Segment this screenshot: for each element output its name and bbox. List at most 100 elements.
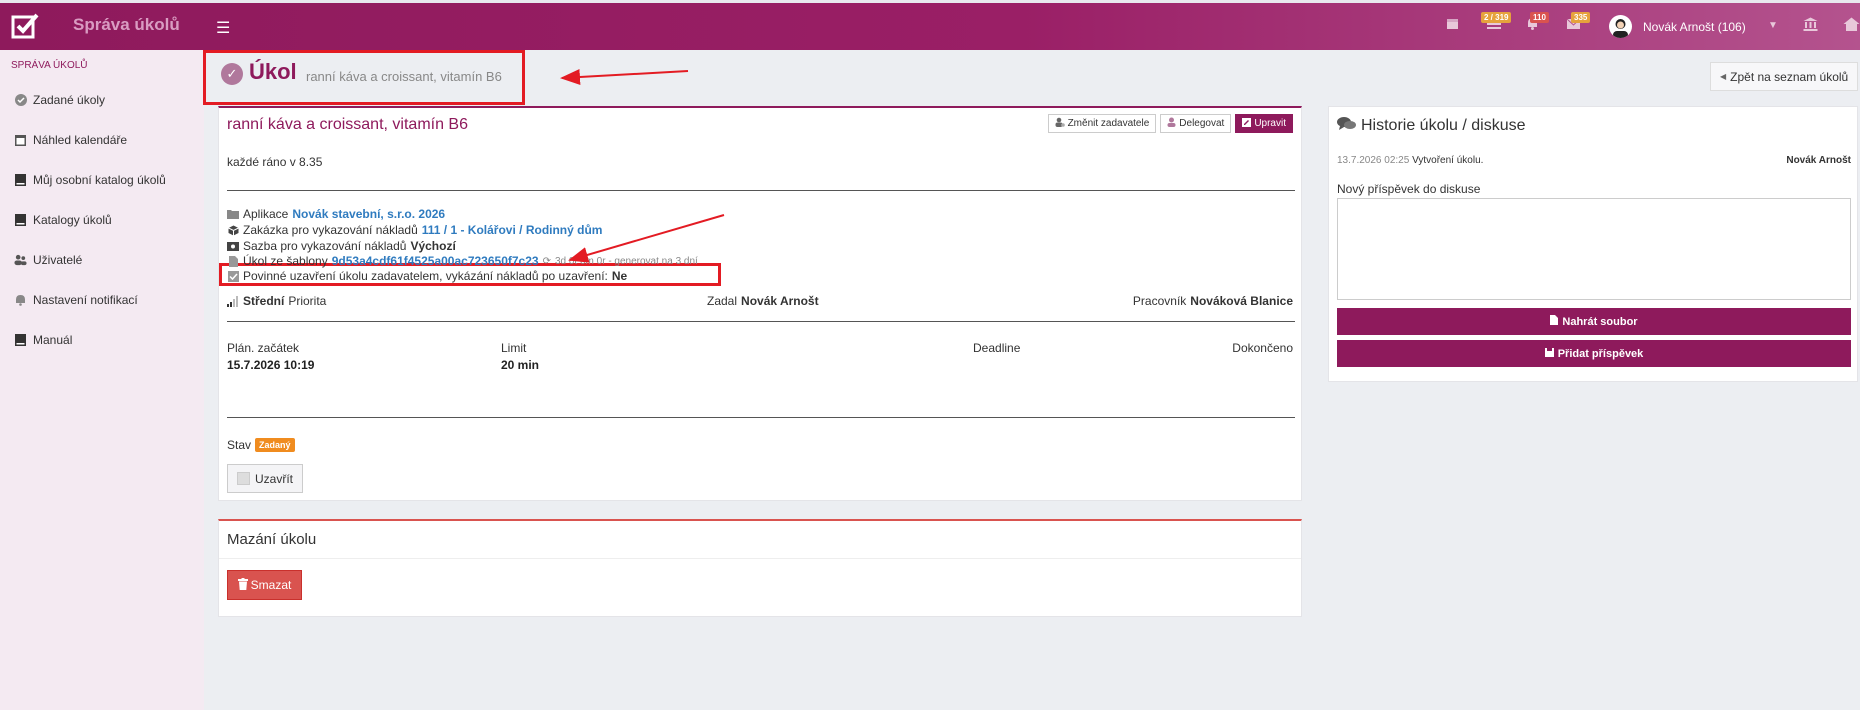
book-icon xyxy=(14,174,27,187)
task-title: ranní káva a croissant, vitamín B6 xyxy=(227,116,468,133)
template-link[interactable]: 9d53a4cdf61f4525a00ac723650f7c23 xyxy=(332,254,539,268)
file-icon xyxy=(227,255,239,267)
priority-field: Střední Priorita xyxy=(227,294,326,308)
back-button-label: Zpět na seznam úkolů xyxy=(1730,69,1849,84)
user-gear-icon xyxy=(1055,117,1065,130)
folder-icon xyxy=(227,208,239,220)
upload-file-button[interactable]: Nahrát soubor xyxy=(1337,308,1851,335)
delete-button[interactable]: Smazat xyxy=(227,570,302,600)
repeat-icon: ⟳ xyxy=(542,255,551,267)
new-post-label: Nový příspěvek do diskuse xyxy=(1337,182,1481,196)
checkbox-icon xyxy=(236,472,250,485)
divider xyxy=(227,190,1295,191)
bank-icon[interactable] xyxy=(1803,17,1818,35)
sidebar-item-calendar[interactable]: Náhled kalendáře xyxy=(14,133,127,147)
chevron-down-icon[interactable]: ▼ xyxy=(1768,20,1778,31)
menu-toggle-icon[interactable]: ☰ xyxy=(216,18,230,38)
application-label: Aplikace xyxy=(243,207,289,221)
limit-label: Limit xyxy=(501,341,527,355)
done-label: Dokončeno xyxy=(1232,341,1293,355)
user-icon xyxy=(1167,117,1176,130)
rate-value: Výchozí xyxy=(410,239,456,253)
limit-value: 20 min xyxy=(501,358,540,372)
mandatory-close-value: Ne xyxy=(611,269,628,283)
file-icon xyxy=(1550,315,1559,328)
sidebar-item-task-catalogs[interactable]: Katalogy úkolů xyxy=(14,213,112,227)
book-icon xyxy=(14,334,27,347)
calendar-icon xyxy=(14,134,27,147)
delegate-button[interactable]: Delegovat xyxy=(1160,114,1232,133)
sidebar-item-label: Katalogy úkolů xyxy=(33,213,112,227)
bell-icon xyxy=(14,294,27,307)
button-label: Nahrát soubor xyxy=(1562,315,1638,328)
cube-icon xyxy=(227,224,239,236)
deadline-label: Deadline xyxy=(973,341,1021,355)
sidebar-item-label: Můj osobní katalog úkolů xyxy=(33,173,166,187)
sidebar-item-personal-catalog[interactable]: Můj osobní katalog úkolů xyxy=(14,173,166,187)
plan-start-value: 15.7.2026 10:19 xyxy=(227,358,315,372)
user-avatar[interactable] xyxy=(1609,15,1632,38)
check-circle-icon: ✓ xyxy=(221,63,243,85)
divider xyxy=(227,321,1295,322)
notifications-badge: 110 xyxy=(1530,12,1549,23)
cost-order-label: Zakázka pro vykazování nákladů xyxy=(243,223,418,237)
sidebar-item-label: Nastavení notifikací xyxy=(33,293,138,307)
user-name[interactable]: Novák Arnošt (106) xyxy=(1643,20,1746,34)
page-title: Úkol xyxy=(249,59,297,84)
edit-button[interactable]: Upravit xyxy=(1235,114,1293,133)
assigner-field: Zadal Novák Arnošt xyxy=(707,294,819,308)
mandatory-close-label: Povinné uzavření úkolu zadavatelem, vyká… xyxy=(243,269,608,283)
history-title-row: Historie úkolu / diskuse xyxy=(1337,116,1526,136)
status-label: Stav xyxy=(227,438,252,452)
mandatory-close-row: Povinné uzavření úkolu zadavatelem, vyká… xyxy=(227,269,627,283)
assigner-label: Zadal xyxy=(707,294,738,308)
priority-label: Priorita xyxy=(288,294,327,308)
home-icon[interactable] xyxy=(1843,17,1860,35)
worker-value: Nováková Blanice xyxy=(1190,294,1293,308)
button-label: Delegovat xyxy=(1179,118,1225,129)
brand-name[interactable]: Správa úkolů xyxy=(73,15,180,35)
book-icon xyxy=(14,214,27,227)
new-post-textarea[interactable] xyxy=(1337,198,1851,300)
change-assigner-button[interactable]: Změnit zadavatele xyxy=(1047,114,1157,133)
task-actions: Změnit zadavatele Delegovat Upravit xyxy=(1047,114,1293,133)
tasks-badge: 2 / 319 xyxy=(1481,12,1512,23)
status-field: Stav Zadaný xyxy=(227,438,295,452)
button-label: Upravit xyxy=(1254,118,1286,129)
edit-icon xyxy=(1242,117,1252,130)
status-badge: Zadaný xyxy=(255,438,295,452)
button-label: Změnit zadavatele xyxy=(1067,118,1150,129)
cost-order-row: Zakázka pro vykazování nákladů 111 / 1 -… xyxy=(227,223,602,237)
cost-order-link[interactable]: 111 / 1 - Kolářovi / Rodinný dům xyxy=(422,223,603,237)
caret-left-icon: ◀ xyxy=(1720,72,1727,81)
signal-bars-icon xyxy=(227,295,239,307)
worker-field: Pracovník Nováková Blanice xyxy=(1133,294,1293,308)
users-icon xyxy=(14,254,27,267)
sidebar-item-label: Zadané úkoly xyxy=(33,93,106,107)
add-post-button[interactable]: Přidat příspěvek xyxy=(1337,340,1851,367)
close-task-button[interactable]: Uzavřít xyxy=(227,464,303,493)
worker-label: Pracovník xyxy=(1132,294,1187,308)
history-entry: 13.7.2026 02:25 Vytvoření úkolu. Novák A… xyxy=(1337,155,1851,166)
application-link[interactable]: Novák stavební, s.r.o. 2026 xyxy=(292,207,445,221)
sidebar-item-label: Náhled kalendáře xyxy=(33,133,128,147)
sidebar-item-users[interactable]: Uživatelé xyxy=(14,253,82,267)
top-bar: Správa úkolů ☰ 2 / 319 110 335 Novák Arn… xyxy=(0,0,1860,50)
mail-badge: 335 xyxy=(1571,12,1591,23)
trash-icon xyxy=(237,577,248,593)
template-label: Úkol ze šablony xyxy=(243,254,328,268)
app-logo[interactable] xyxy=(0,3,50,50)
sidebar-item-assigned-tasks[interactable]: Zadané úkoly xyxy=(14,93,105,107)
sidebar-item-notification-settings[interactable]: Nastavení notifikací xyxy=(14,293,138,307)
sidebar-item-label: Manuál xyxy=(33,333,73,347)
rate-label: Sazba pro vykazování nákladů xyxy=(243,239,407,253)
divider xyxy=(227,417,1295,418)
check-circle-icon xyxy=(14,94,27,107)
page-title-highlight: ✓ Úkol ranní káva a croissant, vitamín B… xyxy=(203,50,525,105)
checkbox-checked-icon xyxy=(227,270,239,282)
divider xyxy=(219,558,1301,559)
sidebar: SPRÁVA ÚKOLŮ Zadané úkoly Náhled kalendá… xyxy=(0,50,204,710)
back-to-list-button[interactable]: ◀ Zpět na seznam úkolů xyxy=(1710,62,1859,91)
calendar-icon[interactable] xyxy=(1446,17,1459,34)
sidebar-item-manual[interactable]: Manuál xyxy=(14,333,72,347)
